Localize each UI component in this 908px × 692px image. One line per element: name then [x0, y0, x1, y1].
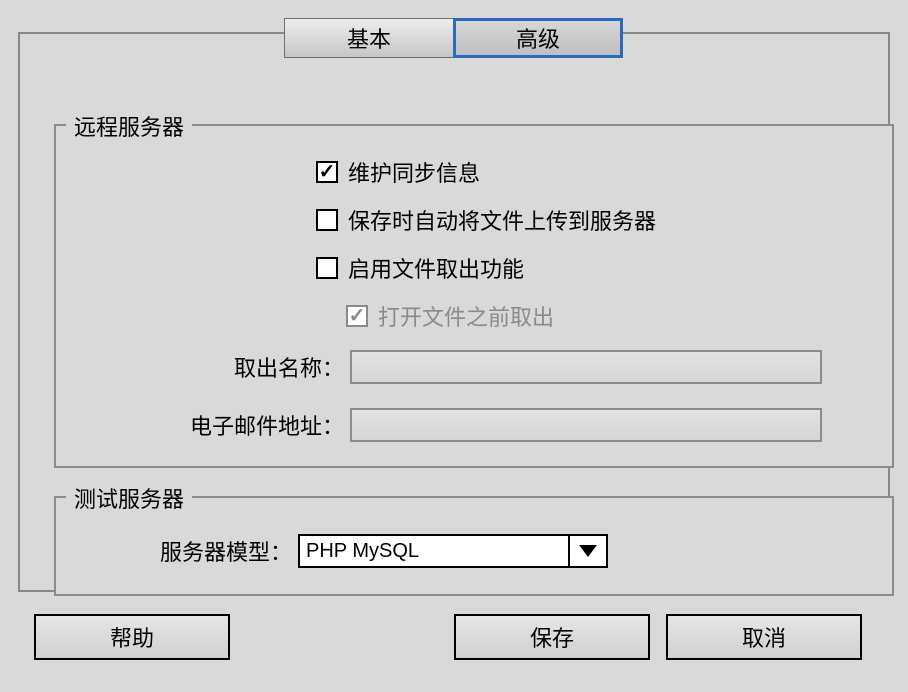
groupbox-test-legend: 测试服务器 [66, 482, 192, 514]
cancel-button[interactable]: 取消 [666, 614, 862, 660]
dialog-frame: 远程服务器 维护同步信息 保存时自动将文件上传到服务器 启用文件取出功能 打开文… [18, 32, 890, 592]
tab-basic[interactable]: 基本 [284, 18, 454, 58]
tab-advanced[interactable]: 高级 [453, 18, 623, 58]
checkbox-enable-checkout[interactable] [316, 257, 338, 279]
groupbox-test-server: 测试服务器 服务器模型： PHP MySQL [54, 496, 894, 596]
checkbox-auto-upload[interactable] [316, 209, 338, 231]
label-server-model: 服务器模型： [72, 535, 292, 567]
input-checkout-name[interactable] [350, 350, 822, 384]
label-checkout-name: 取出名称： [100, 351, 344, 383]
label-enable-checkout: 启用文件取出功能 [348, 252, 524, 284]
groupbox-remote-server: 远程服务器 维护同步信息 保存时自动将文件上传到服务器 启用文件取出功能 打开文… [54, 124, 894, 468]
checkbox-sync-info[interactable] [316, 161, 338, 183]
select-server-model[interactable]: PHP MySQL [298, 534, 608, 568]
input-email[interactable] [350, 408, 822, 442]
chevron-down-icon [579, 545, 597, 557]
label-sync-info: 维护同步信息 [348, 156, 480, 188]
select-server-model-value: PHP MySQL [300, 536, 568, 566]
label-auto-upload: 保存时自动将文件上传到服务器 [348, 204, 656, 236]
label-email: 电子邮件地址： [100, 409, 344, 441]
select-server-model-button[interactable] [568, 536, 606, 566]
groupbox-remote-legend: 远程服务器 [66, 110, 192, 142]
help-button[interactable]: 帮助 [34, 614, 230, 660]
save-button[interactable]: 保存 [454, 614, 650, 660]
label-checkout-before-open: 打开文件之前取出 [378, 300, 554, 332]
checkbox-checkout-before-open [346, 305, 368, 327]
